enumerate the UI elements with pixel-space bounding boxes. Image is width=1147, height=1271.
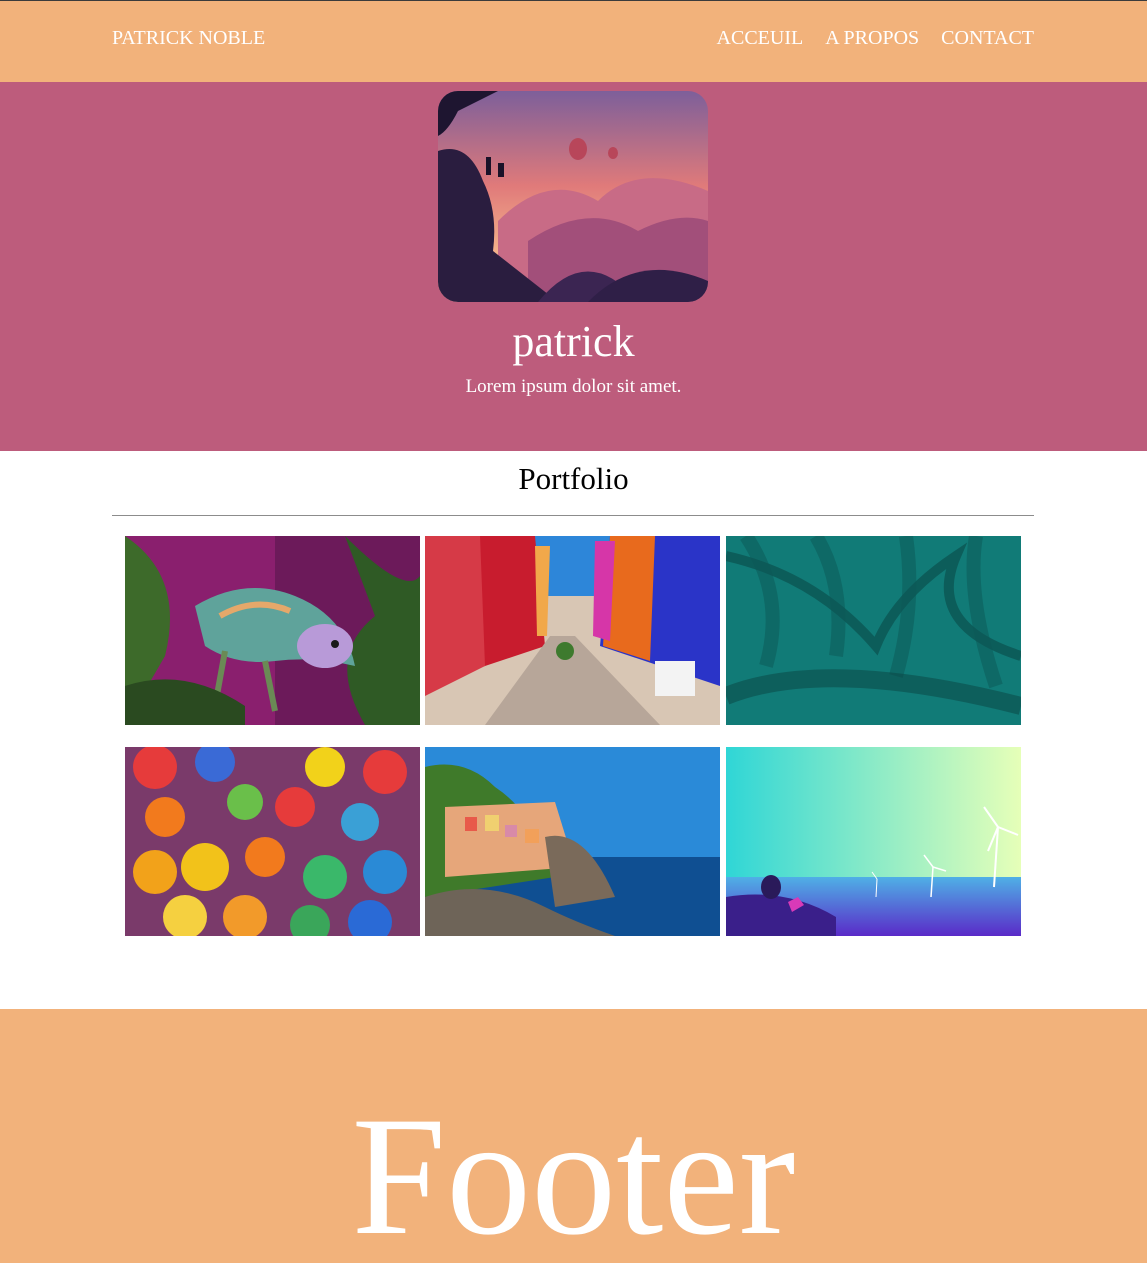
portfolio-item-street[interactable]: [425, 536, 720, 725]
main-nav: ACCEUIL A PROPOS CONTACT: [717, 27, 1034, 50]
nav-link-acceuil[interactable]: ACCEUIL: [717, 27, 804, 50]
site-footer: Footer: [0, 1009, 1147, 1270]
portfolio-title: Portfolio: [518, 461, 629, 496]
hero-tagline: Lorem ipsum dolor sit amet.: [465, 376, 682, 397]
portfolio-item-palm-leaves[interactable]: [726, 536, 1021, 725]
brand-link[interactable]: PATRICK NOBLE: [112, 27, 265, 50]
hero-name: patrick: [512, 317, 635, 366]
portfolio-item-chameleon[interactable]: [125, 536, 420, 725]
nav-link-contact[interactable]: CONTACT: [941, 27, 1034, 50]
portfolio-item-coastal-village[interactable]: [425, 747, 720, 936]
portfolio-item-wind-turbines[interactable]: [726, 747, 1021, 936]
portfolio-item-balloons[interactable]: [125, 747, 420, 936]
site-header: PATRICK NOBLE ACCEUIL A PROPOS CONTACT: [0, 1, 1147, 82]
hero-section: patrick Lorem ipsum dolor sit amet.: [0, 82, 1147, 451]
footer-text: Footer: [351, 1082, 796, 1270]
nav-link-a-propos[interactable]: A PROPOS: [825, 27, 919, 50]
profile-image: [438, 91, 708, 302]
portfolio-divider: [112, 515, 1034, 516]
